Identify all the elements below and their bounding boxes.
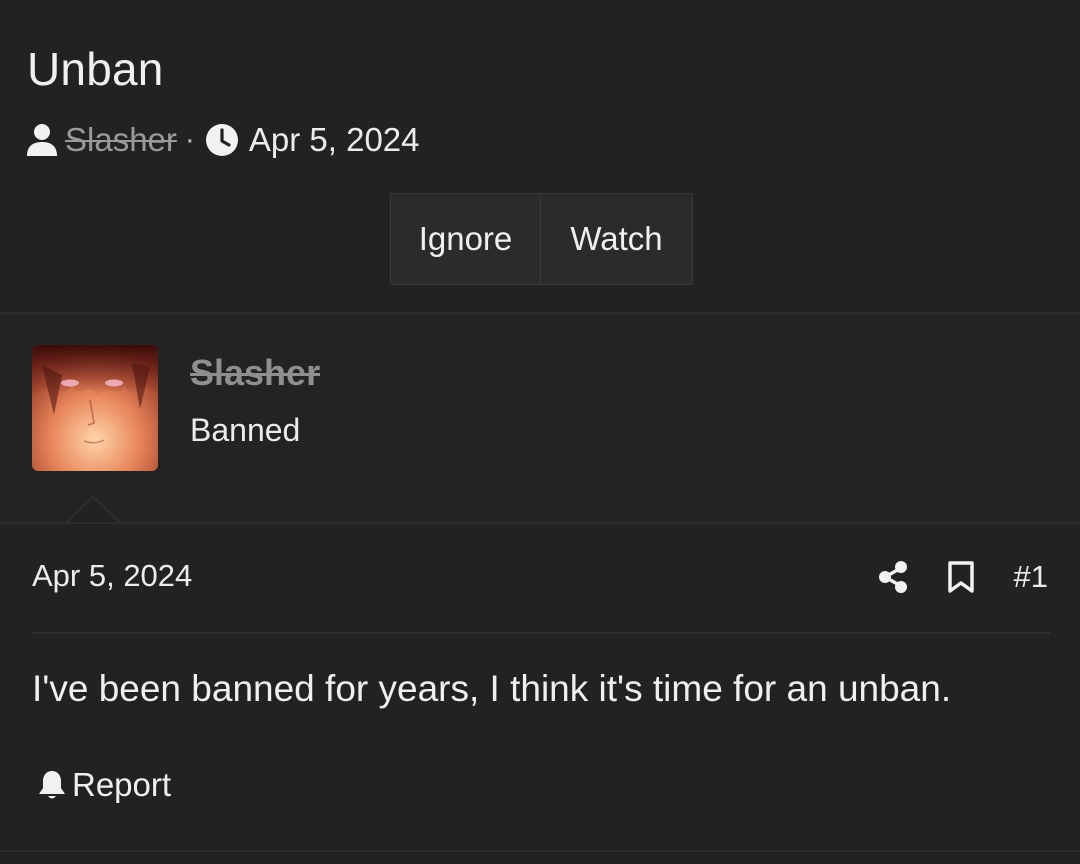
clock-icon [205,123,239,157]
user-icon [26,123,58,157]
watch-button[interactable]: Watch [541,194,692,284]
bell-icon [38,769,66,801]
thread-page: Unban Slasher · Apr 5, 2024 Ignore Watch [0,0,1080,864]
ignore-button[interactable]: Ignore [391,194,541,284]
bookmark-icon[interactable] [947,561,974,593]
thread-title: Unban [27,43,164,95]
post-body: I've been banned for years, I think it's… [32,668,952,709]
post-date-link[interactable]: Apr 5, 2024 [32,558,192,594]
user-arrow-caret [64,496,122,524]
divider [32,632,1050,634]
post-number-link[interactable]: #1 [1014,559,1048,595]
divider [0,522,1080,524]
user-title-banned: Banned [190,412,301,448]
meta-separator: · [184,123,195,156]
post-actions: #1 [878,556,1048,598]
divider [0,850,1080,852]
thread-action-buttons: Ignore Watch [390,193,693,285]
thread-author-link[interactable]: Slasher [65,121,177,159]
report-label: Report [72,766,172,803]
thread-date-link[interactable]: Apr 5, 2024 [249,121,420,159]
message-username[interactable]: Slasher [190,352,320,394]
message-user-block: Slasher Banned [0,314,1080,522]
report-button[interactable]: Report [38,764,171,806]
thread-meta: Slasher · Apr 5, 2024 [26,118,420,162]
avatar[interactable] [32,345,158,471]
share-icon[interactable] [878,561,908,593]
